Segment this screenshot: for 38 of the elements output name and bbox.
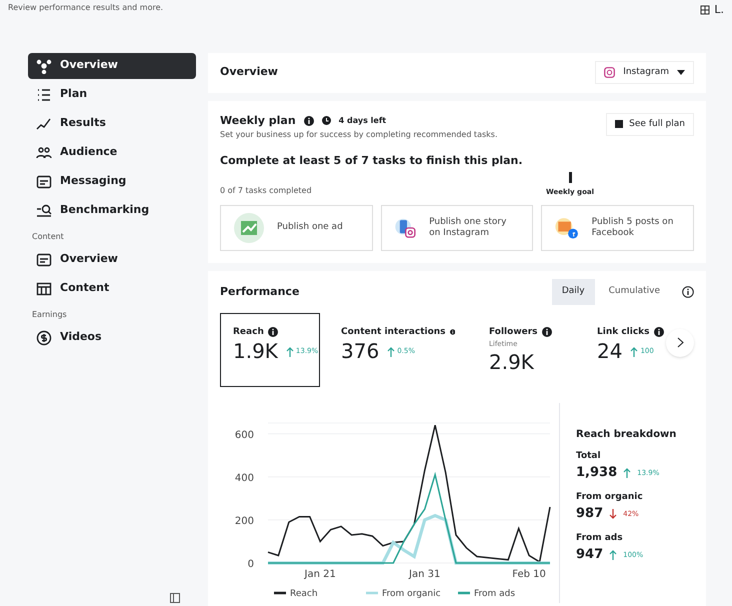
axis-label: Feb 10 (512, 568, 546, 580)
axis-label: 0 (248, 558, 254, 570)
metric-value: 1.9K (233, 339, 278, 364)
metric-label: Followers (489, 326, 538, 338)
metric-value: 24 (597, 339, 622, 364)
plan-description: Set your business up for success by completing recommended tasks. (220, 129, 498, 141)
axis-label: 400 (234, 472, 254, 484)
axis-label: Jan 21 (304, 568, 336, 580)
breakdown-title: Reach breakdown (576, 428, 676, 442)
progress-text: 0 of 7 tasks completed (220, 185, 312, 197)
section-heading: Content (31, 230, 65, 242)
legend-label: From organic (382, 588, 441, 598)
metric-label: Link clicks (597, 326, 650, 338)
breakdown-label: From organic (576, 490, 644, 504)
axis-label: 600 (234, 429, 254, 440)
breakdown-value: 947 (576, 546, 604, 564)
axis-label: 200 (234, 515, 254, 526)
axis-label: Jan 31 (409, 568, 440, 580)
breakdown-value: 987 (576, 505, 604, 523)
metric-value: 2.9K (489, 350, 534, 374)
card-title: Weekly plan (220, 112, 296, 128)
metric-label: Content interactions (341, 326, 446, 338)
task-label: Publish one story on Instagram (429, 216, 508, 240)
legend-label: Reach (290, 588, 318, 598)
section-title: Overview (220, 64, 278, 80)
days-left: 4 days left (338, 114, 386, 127)
page-subtitle: Review performance results and more. (8, 2, 164, 14)
task-label: Publish one ad (277, 222, 343, 234)
goal-text: Complete at least 5 of 7 tasks to finish this plan. (220, 153, 524, 169)
section-heading: Earnings (31, 308, 68, 321)
task-label: Publish 5 posts on Facebook (592, 216, 674, 240)
breakdown-label: Total (576, 450, 602, 462)
metric-value: 376 (341, 339, 380, 364)
legend-label: From ads (474, 588, 516, 598)
breakdown-value: 1,938 (576, 464, 618, 482)
metric-label: Reach (233, 326, 264, 338)
breakdown-label: From ads (576, 532, 624, 544)
card-title: Performance (220, 284, 300, 300)
